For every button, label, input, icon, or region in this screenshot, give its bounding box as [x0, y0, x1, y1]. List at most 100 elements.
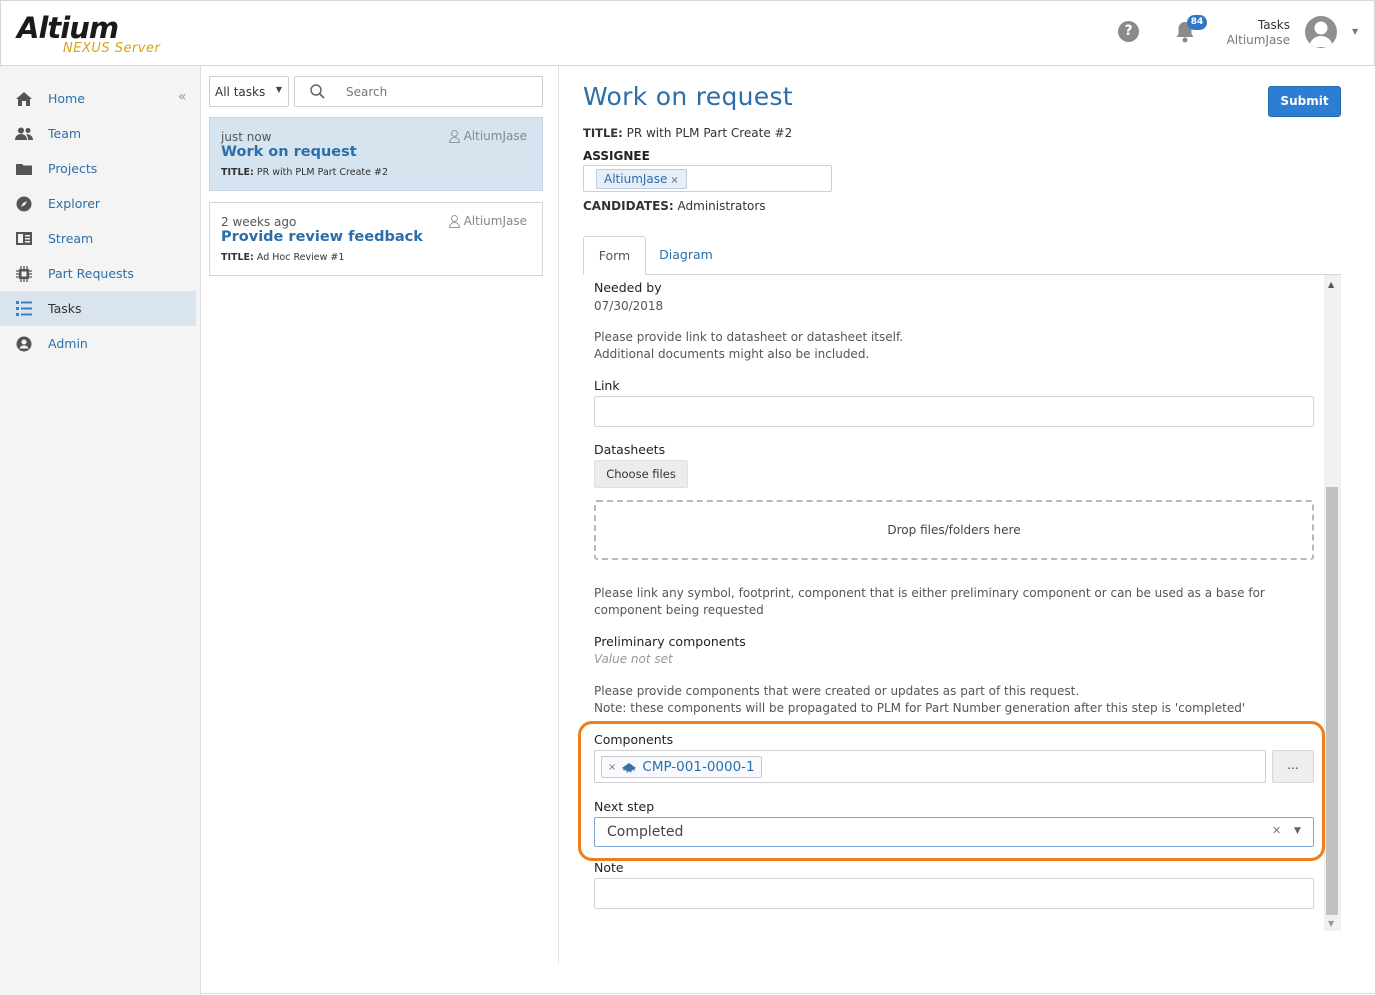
task-subtitle-label: TITLE:	[221, 167, 254, 178]
sidebar-item-label: Stream	[48, 231, 94, 246]
sidebar-item-stream[interactable]: Stream	[0, 221, 196, 256]
task-time: 2 weeks ago	[221, 215, 297, 229]
user-icon	[448, 129, 460, 143]
task-filter-value: All tasks	[215, 85, 266, 99]
clear-icon[interactable]: ✕	[1272, 824, 1281, 837]
preliminary-components-label: Preliminary components	[594, 634, 746, 649]
sidebar-item-admin[interactable]: Admin	[0, 326, 196, 361]
datasheet-info-line1: Please provide link to datasheet or data…	[594, 330, 904, 344]
chevron-down-icon[interactable]: ▼	[1294, 826, 1301, 836]
sidebar-item-label: Team	[48, 126, 82, 141]
request-title: TITLE: PR with PLM Part Create #2	[583, 126, 792, 140]
choose-files-button[interactable]: Choose files	[594, 460, 688, 488]
components-field[interactable]: × CMP-001-0000-1	[594, 750, 1266, 783]
task-title[interactable]: Work on request	[221, 144, 357, 160]
task-subtitle: TITLE: PR with PLM Part Create #2	[221, 167, 388, 178]
request-title-value: PR with PLM Part Create #2	[626, 126, 793, 140]
browse-components-button[interactable]: ...	[1272, 750, 1314, 783]
request-title-label: TITLE:	[583, 126, 623, 140]
assignee-field[interactable]: AltiumJase ×	[583, 165, 832, 192]
task-title[interactable]: Provide review feedback	[221, 229, 423, 245]
remove-assignee-icon[interactable]: ×	[670, 175, 678, 186]
logo-subtitle: NEXUS Server	[63, 41, 161, 56]
chevron-down-icon: ▼	[275, 85, 282, 94]
tab-diagram[interactable]: Diagram	[647, 236, 725, 275]
tab-form[interactable]: Form	[583, 236, 646, 275]
task-owner-name: AltiumJase	[463, 214, 527, 228]
file-dropzone[interactable]: Drop files/folders here	[594, 500, 1314, 560]
next-step-select[interactable]: Completed ✕ ▼	[594, 817, 1314, 847]
task-filter-select[interactable]: All tasks ▼	[209, 76, 289, 107]
help-icon[interactable]: ?	[1118, 21, 1139, 42]
sidebar-item-explorer[interactable]: Explorer	[0, 186, 196, 221]
folder-icon	[0, 163, 48, 175]
sidebar-item-home[interactable]: Home	[0, 81, 196, 116]
sidebar-item-label: Projects	[48, 161, 98, 176]
logo-brand: Altium	[17, 11, 119, 45]
search-icon	[310, 84, 325, 102]
task-card-provide-review-feedback[interactable]: 2 weeks ago AltiumJase Provide review fe…	[209, 202, 543, 276]
compass-icon	[0, 196, 48, 212]
user-context-label: Tasks	[1257, 18, 1290, 32]
candidates-label: CANDIDATES:	[583, 199, 674, 213]
task-list-panel	[201, 66, 559, 964]
search-input[interactable]: Search	[294, 76, 543, 107]
avatar[interactable]	[1305, 16, 1337, 48]
user-menu-text[interactable]: Tasks AltiumJase	[1220, 18, 1290, 48]
sidebar-item-tasks[interactable]: Tasks	[0, 291, 196, 326]
task-owner: AltiumJase	[448, 129, 527, 143]
component-tag-label[interactable]: CMP-001-0000-1	[642, 759, 754, 775]
altium-logo[interactable]: Altium NEXUS Server	[17, 11, 177, 59]
task-subtitle-label: TITLE:	[221, 252, 254, 263]
task-owner: AltiumJase	[448, 214, 527, 228]
chevron-down-icon[interactable]: ▼	[1352, 27, 1358, 36]
task-card-work-on-request[interactable]: just now AltiumJase Work on request TITL…	[209, 117, 543, 191]
link-input[interactable]	[594, 396, 1314, 427]
component-chip-icon	[622, 762, 637, 772]
assignee-tag-label: AltiumJase	[604, 172, 668, 186]
sidebar-item-team[interactable]: Team	[0, 116, 196, 151]
task-subtitle-value: PR with PLM Part Create #2	[256, 167, 389, 178]
assignee-label: ASSIGNEE	[583, 149, 650, 163]
note-input[interactable]	[594, 878, 1314, 909]
tasks-icon	[0, 301, 48, 316]
user-icon	[448, 214, 460, 228]
sidebar-item-label: Part Requests	[48, 266, 134, 281]
notification-count-badge: 84	[1187, 15, 1207, 30]
scrollbar-thumb[interactable]	[1326, 487, 1338, 915]
scroll-up-icon[interactable]: ▲	[1328, 280, 1334, 289]
preliminary-info: Please link any symbol, footprint, compo…	[594, 586, 1265, 617]
datasheets-label: Datasheets	[594, 442, 666, 457]
scroll-down-icon[interactable]: ▼	[1328, 919, 1334, 928]
sidebar-item-label: Tasks	[48, 301, 82, 316]
home-icon	[0, 91, 48, 106]
task-time: just now	[221, 130, 272, 144]
user-name: AltiumJase	[1226, 33, 1290, 47]
task-subtitle-value: Ad Hoc Review #1	[256, 252, 345, 263]
assignee-tag: AltiumJase ×	[596, 169, 687, 189]
candidates: CANDIDATES: Administrators	[583, 199, 766, 213]
admin-icon	[0, 336, 48, 352]
sidebar-item-label: Admin	[48, 336, 88, 351]
task-owner-name: AltiumJase	[463, 129, 527, 143]
submit-button[interactable]: Submit	[1268, 86, 1341, 117]
stream-icon	[0, 232, 48, 245]
needed-by-label: Needed by	[594, 280, 662, 295]
team-icon	[0, 127, 48, 140]
sidebar-item-label: Home	[48, 91, 85, 106]
components-info-line2: Note: these components will be propagate…	[594, 701, 1246, 715]
page-title: Work on request	[583, 82, 793, 111]
search-placeholder: Search	[346, 85, 388, 99]
link-label: Link	[594, 378, 620, 393]
preliminary-components-value: Value not set	[594, 652, 673, 666]
sidebar-item-part-requests[interactable]: Part Requests	[0, 256, 196, 291]
note-label: Note	[594, 860, 624, 875]
components-info-line1: Please provide components that were crea…	[594, 684, 1080, 698]
next-step-label: Next step	[594, 799, 655, 814]
component-tag: × CMP-001-0000-1	[601, 756, 762, 778]
bottom-divider	[201, 993, 1375, 994]
remove-component-icon[interactable]: ×	[608, 762, 616, 773]
datasheet-info-line2: Additional documents might also be inclu…	[594, 347, 870, 361]
sidebar-item-projects[interactable]: Projects	[0, 151, 196, 186]
sidebar-item-label: Explorer	[48, 196, 101, 211]
